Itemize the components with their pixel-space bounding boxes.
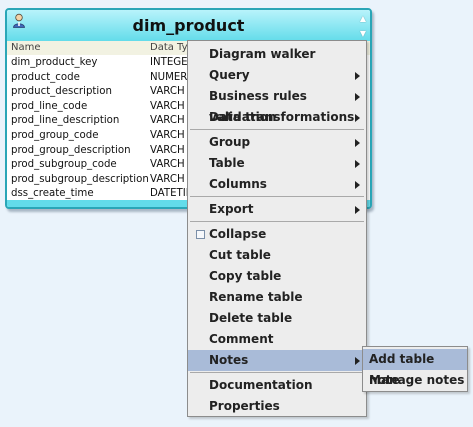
- menu-item-properties[interactable]: Properties: [188, 396, 366, 417]
- menu-item-label: Export: [209, 202, 254, 216]
- context-menu: Diagram walker Query Business rules vali…: [187, 40, 367, 417]
- column-header-data-type: Data Ty: [150, 42, 188, 53]
- column-name: prod_subgroup_code: [11, 159, 117, 171]
- column-name: prod_line_description: [11, 115, 120, 127]
- menu-separator: [190, 372, 364, 373]
- column-name: product_description: [11, 86, 112, 98]
- submenu-arrow-icon: [355, 181, 360, 189]
- column-type: VARCH: [150, 129, 185, 141]
- submenu-arrow-icon: [355, 206, 360, 214]
- menu-item-copy-table[interactable]: Copy table: [188, 266, 366, 287]
- submenu-arrow-icon: [355, 160, 360, 168]
- column-name: prod_line_code: [11, 100, 88, 112]
- submenu-item-add-table-note[interactable]: Add table note: [363, 349, 467, 387]
- submenu-arrow-icon: [355, 72, 360, 80]
- column-name: prod_subgroup_description: [11, 173, 149, 185]
- menu-item-export[interactable]: Export: [188, 199, 366, 220]
- column-header-name: Name: [11, 42, 41, 53]
- column-type: VARCH: [150, 159, 185, 171]
- collapse-checkbox[interactable]: [196, 230, 205, 239]
- column-type: VARCH: [150, 173, 185, 185]
- menu-item-delete-table[interactable]: Delete table: [188, 308, 366, 329]
- submenu-item-manage-notes[interactable]: Manage notes: [363, 370, 467, 391]
- column-type: VARCH: [150, 100, 185, 112]
- menu-item-label: Table: [209, 156, 245, 170]
- menu-item-table[interactable]: Table: [188, 153, 366, 174]
- menu-item-columns[interactable]: Columns: [188, 174, 366, 195]
- menu-item-collapse[interactable]: Collapse: [188, 224, 366, 245]
- column-type: VARCH: [150, 86, 185, 98]
- submenu-arrow-icon: [355, 357, 360, 365]
- menu-item-label: Copy table: [209, 269, 282, 283]
- column-type: VARCH: [150, 115, 185, 127]
- entity-title: dim_product: [132, 16, 245, 35]
- menu-item-label: Collapse: [209, 227, 267, 241]
- menu-item-label: Columns: [209, 177, 267, 191]
- column-name: dim_product_key: [11, 57, 98, 68]
- notes-submenu: Add table note Manage notes: [362, 346, 468, 392]
- menu-item-notes[interactable]: Notes: [188, 350, 366, 371]
- menu-item-comment[interactable]: Comment: [188, 329, 366, 350]
- column-name: dss_create_time: [11, 188, 94, 200]
- menu-item-data-transformations[interactable]: Data transformations: [188, 107, 366, 128]
- menu-item-label: Documentation: [209, 378, 313, 392]
- collapse-arrows-icon[interactable]: ▲: [360, 14, 366, 23]
- menu-item-business-rules-validation[interactable]: Business rules validation: [188, 86, 366, 124]
- menu-item-label: Data transformations: [209, 110, 355, 124]
- menu-item-label: Notes: [209, 353, 249, 367]
- menu-item-query[interactable]: Query: [188, 65, 366, 86]
- menu-item-group[interactable]: Group: [188, 132, 366, 153]
- column-name: prod_group_description: [11, 144, 131, 156]
- column-type: VARCH: [150, 144, 185, 156]
- column-type: NUMERI: [150, 71, 191, 83]
- menu-item-label: Query: [209, 68, 250, 82]
- submenu-arrow-icon: [355, 139, 360, 147]
- column-name: product_code: [11, 71, 80, 83]
- menu-item-cut-table[interactable]: Cut table: [188, 245, 366, 266]
- submenu-arrow-icon: [355, 114, 360, 122]
- menu-item-label: Comment: [209, 332, 274, 346]
- entity-header[interactable]: dim_product ▲ ▼: [7, 10, 370, 41]
- submenu-arrow-icon: [355, 93, 360, 101]
- menu-item-label: Rename table: [209, 290, 303, 304]
- menu-separator: [190, 129, 364, 130]
- menu-item-label: Properties: [209, 399, 280, 413]
- expand-arrow-icon[interactable]: ▼: [360, 29, 366, 38]
- menu-item-label: Diagram walker: [209, 47, 316, 61]
- menu-separator: [190, 196, 364, 197]
- menu-item-label: Delete table: [209, 311, 293, 325]
- column-name: prod_group_code: [11, 129, 99, 141]
- menu-item-documentation[interactable]: Documentation: [188, 375, 366, 396]
- menu-item-label: Cut table: [209, 248, 271, 262]
- menu-item-diagram-walker[interactable]: Diagram walker: [188, 44, 366, 65]
- menu-separator: [190, 221, 364, 222]
- menu-item-rename-table[interactable]: Rename table: [188, 287, 366, 308]
- menu-item-label: Group: [209, 135, 251, 149]
